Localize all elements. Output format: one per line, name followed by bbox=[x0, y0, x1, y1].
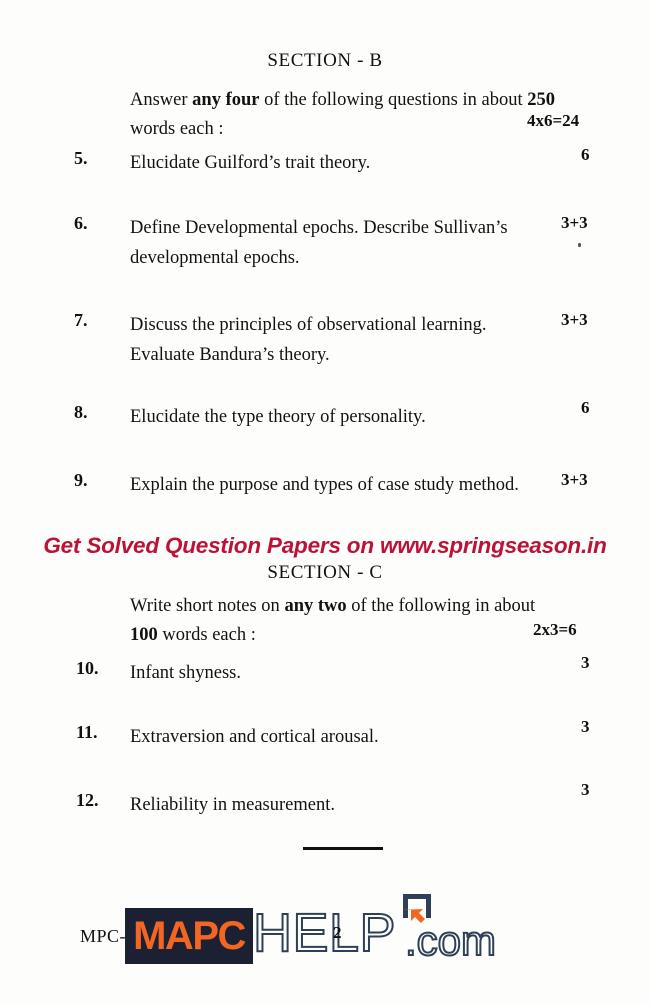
question-marks: 3+3 bbox=[561, 310, 588, 329]
question-text: Elucidate the type theory of personality… bbox=[130, 407, 426, 427]
section-c-heading: SECTION - C bbox=[267, 562, 383, 583]
question-text: Infant shyness. bbox=[130, 663, 241, 683]
question-text: Explain the purpose and types of case st… bbox=[130, 475, 519, 495]
page-number: 2 bbox=[333, 923, 342, 942]
section-c-total-marks: 2x3=6 bbox=[533, 620, 577, 639]
logo-help-text: HELP bbox=[252, 903, 397, 963]
question-marks: 3+3 bbox=[561, 470, 588, 489]
question-number: 6. bbox=[74, 213, 88, 233]
scanned-exam-page: SECTION - B Answer any four of the follo… bbox=[0, 0, 650, 1005]
footer-divider-rule bbox=[303, 847, 383, 850]
question-number: 12. bbox=[76, 790, 99, 810]
question-number: 8. bbox=[74, 402, 88, 422]
question-marks: 3 bbox=[581, 780, 590, 799]
question-number: 10. bbox=[76, 658, 99, 678]
question-marks: 6 bbox=[581, 398, 590, 417]
section-b-instruction: Answer any four of the following questio… bbox=[130, 90, 555, 139]
corner-bracket-arrow-icon bbox=[400, 894, 431, 923]
promo-watermark: Get Solved Question Papers on www.spring… bbox=[43, 533, 607, 558]
logo-mapc-box: MAPC bbox=[125, 908, 253, 964]
question-text: Elucidate Guilford’s trait theory. bbox=[130, 153, 371, 173]
question-number: 11. bbox=[76, 722, 98, 742]
ink-speck bbox=[578, 243, 581, 247]
question-number: 7. bbox=[74, 310, 88, 330]
question-text: Reliability in measurement. bbox=[130, 795, 335, 815]
question-marks: 3+3 bbox=[561, 213, 588, 232]
logo-mapc-text: MAPC bbox=[133, 914, 246, 958]
question-text: Extraversion and cortical arousal. bbox=[130, 727, 379, 747]
question-text: Discuss the principles of observational … bbox=[130, 315, 487, 365]
question-number: 9. bbox=[74, 470, 88, 490]
section-b-heading: SECTION - B bbox=[267, 50, 383, 71]
section-c-instruction: Write short notes on any two of the foll… bbox=[130, 596, 536, 645]
section-b-total-marks: 4x6=24 bbox=[527, 111, 580, 130]
question-marks: 3 bbox=[581, 717, 590, 736]
question-marks: 6 bbox=[581, 145, 590, 164]
question-text: Define Developmental epochs. Describe Su… bbox=[130, 218, 508, 268]
question-number: 5. bbox=[74, 148, 88, 168]
paper-code-label: MPC- bbox=[80, 926, 127, 946]
question-marks: 3 bbox=[581, 653, 590, 672]
